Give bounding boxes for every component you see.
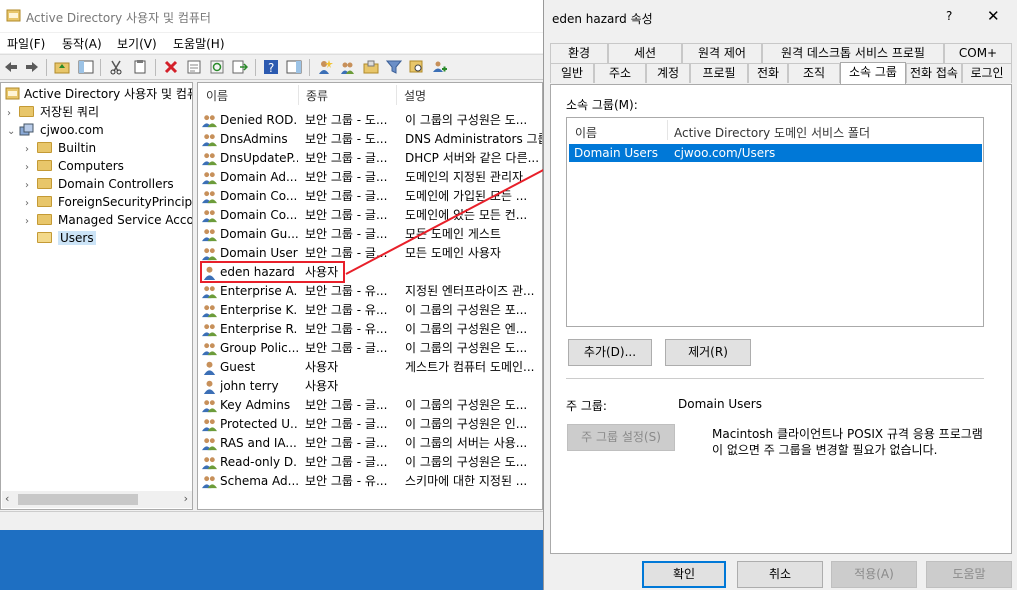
primary-group-value: Domain Users	[678, 397, 762, 411]
help-button[interactable]: 도움말	[926, 561, 1012, 588]
member-row-selected[interactable]: Domain Users cjwoo.com/Users	[569, 144, 982, 162]
tab-remote-control[interactable]: 원격 제어	[682, 43, 762, 63]
tab-account[interactable]: 계정	[646, 63, 690, 83]
ok-button[interactable]: 확인	[642, 561, 726, 588]
member-of-list[interactable]: 이름 Active Directory 도메인 서비스 폴더 Domain Us…	[566, 117, 984, 327]
member-name: Domain Users	[574, 146, 658, 160]
cancel-button[interactable]: 취소	[737, 561, 823, 588]
set-primary-group-button[interactable]: 주 그룹 설정(S)	[567, 424, 675, 451]
remove-button[interactable]: 제거(R)	[665, 339, 751, 366]
tab-profile[interactable]: 프로필	[690, 63, 748, 83]
member-folder: cjwoo.com/Users	[674, 146, 776, 160]
tab-environment[interactable]: 환경	[550, 43, 608, 63]
tab-logon[interactable]: 로그인	[962, 63, 1012, 83]
help-icon[interactable]: ?	[946, 9, 952, 23]
column-header-name[interactable]: 이름	[575, 124, 597, 141]
primary-group-label: 주 그룹:	[566, 399, 607, 413]
divider	[566, 378, 984, 379]
tab-member-of[interactable]: 소속 그룹	[840, 62, 906, 84]
properties-dialog: eden hazard 속성 ? ✕ 환경 세션 원격 제어 원격 데스크톱 서…	[543, 0, 1017, 590]
member-of-label: 소속 그룹(M):	[566, 98, 638, 112]
dialog-title: eden hazard 속성	[552, 12, 653, 26]
tab-telephones[interactable]: 전화	[748, 63, 788, 83]
column-header-ad-folder[interactable]: Active Directory 도메인 서비스 폴더	[674, 124, 870, 141]
tab-sessions[interactable]: 세션	[608, 43, 682, 63]
tab-organization[interactable]: 조직	[788, 63, 840, 83]
tab-address[interactable]: 주소	[594, 63, 646, 83]
tab-dial-in[interactable]: 전화 접속	[906, 63, 962, 83]
tab-com-plus[interactable]: COM+	[944, 43, 1012, 63]
tab-general[interactable]: 일반	[550, 63, 594, 83]
tab-rds-profile[interactable]: 원격 데스크톱 서비스 프로필	[762, 43, 944, 63]
apply-button[interactable]: 적용(A)	[831, 561, 917, 588]
primary-group-note: Macintosh 클라이언트나 POSIX 규격 응용 프로그램이 없으면 주…	[712, 427, 983, 457]
add-button[interactable]: 추가(D)...	[568, 339, 652, 366]
close-icon[interactable]: ✕	[987, 7, 1000, 25]
